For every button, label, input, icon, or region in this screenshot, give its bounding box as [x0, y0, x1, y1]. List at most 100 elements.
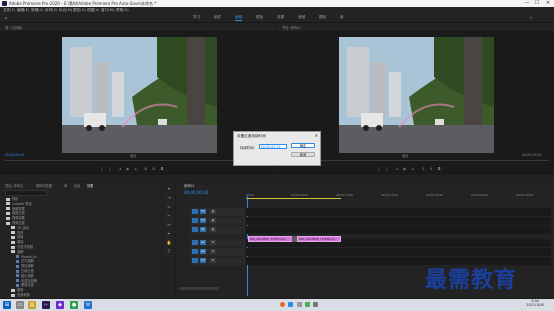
- word-icon[interactable]: W: [84, 301, 92, 309]
- mark-in-icon[interactable]: {: [100, 167, 104, 171]
- eye-icon[interactable]: ◉: [210, 209, 216, 214]
- program-scrub-bar[interactable]: [282, 160, 549, 161]
- duration-input[interactable]: 00;00;00;15: [259, 144, 287, 149]
- tab-effects[interactable]: 效果: [87, 183, 93, 188]
- camera-icon[interactable]: ◘: [160, 167, 164, 171]
- program-step-forward-icon[interactable]: ▸: [411, 167, 415, 171]
- slip-tool-icon[interactable]: ↔: [166, 222, 172, 228]
- effects-tree-item[interactable]: 页面剥落: [11, 293, 161, 297]
- menu-graphics[interactable]: 图形(G): [73, 8, 86, 13]
- workspace-tab-learning[interactable]: 学习: [193, 15, 200, 20]
- home-icon[interactable]: ⌂: [5, 15, 10, 20]
- track-lane[interactable]: [246, 226, 551, 234]
- timeline-zoom-scrollbar[interactable]: [179, 287, 219, 290]
- timeline-sequence-tab[interactable]: 序列01: [184, 183, 194, 188]
- hand-tool-icon[interactable]: ✋: [166, 240, 172, 246]
- ripple-edit-tool-icon[interactable]: ⇔: [166, 204, 172, 210]
- tray-app-icon[interactable]: [296, 302, 302, 307]
- menu-window[interactable]: 窗口(W): [101, 8, 115, 13]
- tab-media-browser[interactable]: 媒体浏览器: [36, 183, 52, 188]
- timeline-timecode[interactable]: 00;00;00;00: [184, 190, 208, 195]
- workspace-tab-editing[interactable]: 编辑: [235, 15, 243, 21]
- work-area-bar[interactable]: [246, 198, 341, 199]
- program-play-icon[interactable]: ▶: [403, 167, 407, 171]
- program-mark-in-icon[interactable]: {: [377, 167, 381, 171]
- track-target-toggle[interactable]: [192, 209, 198, 214]
- track-target-toggle[interactable]: [192, 218, 198, 223]
- export-frame-icon[interactable]: ◘: [437, 167, 441, 171]
- minimize-button[interactable]: —: [522, 0, 532, 7]
- workspace-tab-assembly[interactable]: 组件: [214, 15, 221, 20]
- eye-icon[interactable]: ◉: [210, 227, 216, 232]
- step-back-icon[interactable]: ◂: [118, 167, 122, 171]
- workspace-tab-effects[interactable]: 效果: [277, 15, 284, 20]
- workspace-tab-color[interactable]: 颜色: [256, 15, 263, 20]
- source-monitor-tab[interactable]: 源: (无剪辑): [5, 25, 22, 30]
- menu-edit[interactable]: 编辑(E): [17, 8, 29, 13]
- close-icon[interactable]: ✕: [315, 133, 318, 138]
- workspace-tab-libraries[interactable]: 库: [340, 15, 344, 20]
- program-fit-dropdown[interactable]: 适合: [402, 153, 408, 158]
- close-window-button[interactable]: ✕: [543, 0, 553, 7]
- tray-app-icon[interactable]: [280, 302, 285, 307]
- cancel-button[interactable]: 取消: [291, 152, 315, 157]
- menu-view[interactable]: 视图(V): [87, 8, 99, 13]
- program-monitor-tab[interactable]: 节目: 序列01: [282, 25, 301, 30]
- task-view-icon[interactable]: ▭: [16, 301, 24, 309]
- pen-tool-icon[interactable]: ✒: [166, 231, 172, 237]
- track-target-toggle[interactable]: [192, 240, 198, 245]
- program-mark-out-icon[interactable]: }: [385, 167, 389, 171]
- timeline-ruler[interactable]: 00;00 00;00;05;00 00;00;10;00 00;00;15;0…: [246, 192, 551, 200]
- source-timecode[interactable]: 00;00;00;00: [5, 153, 24, 157]
- tab-libraries[interactable]: 库: [64, 183, 67, 188]
- lift-icon[interactable]: ⊼: [421, 167, 425, 171]
- track-target-toggle[interactable]: [192, 249, 198, 254]
- insert-icon[interactable]: ⊞: [144, 167, 148, 171]
- tab-info[interactable]: 信息: [74, 183, 80, 188]
- program-step-back-icon[interactable]: ◂: [395, 167, 399, 171]
- effects-search-input[interactable]: [5, 190, 47, 196]
- premiere-taskbar-icon[interactable]: Pr: [42, 301, 50, 309]
- timeline-clip[interactable]: IMG_20210908_171838.jpg: [297, 236, 341, 242]
- menu-file[interactable]: 文件(F): [3, 8, 15, 13]
- file-explorer-icon[interactable]: ▤: [28, 301, 36, 309]
- source-scrub-bar[interactable]: [5, 160, 271, 161]
- menu-sequence[interactable]: 序列(S): [45, 8, 57, 13]
- mute-icon[interactable]: M: [210, 258, 216, 263]
- menu-clip[interactable]: 剪辑(C): [31, 8, 44, 13]
- maximize-button[interactable]: ☐: [532, 0, 542, 7]
- start-icon[interactable]: ⊞: [3, 301, 11, 309]
- mark-out-icon[interactable]: }: [108, 167, 112, 171]
- tab-project[interactable]: 项目: 未命名: [5, 183, 23, 188]
- eye-icon[interactable]: ◉: [210, 218, 216, 223]
- razor-tool-icon[interactable]: ✂: [166, 213, 172, 219]
- track-lane[interactable]: [246, 208, 551, 216]
- workspace-tab-audio[interactable]: 音频: [298, 15, 305, 20]
- menu-marker[interactable]: 标记(M): [59, 8, 72, 13]
- chrome-icon[interactable]: ●: [70, 301, 78, 309]
- track-target-toggle[interactable]: [192, 258, 198, 263]
- tray-app-icon[interactable]: [313, 302, 319, 307]
- menu-help[interactable]: 帮助(H): [116, 8, 129, 13]
- track-lane[interactable]: [246, 248, 551, 256]
- ok-button[interactable]: 确定: [291, 143, 315, 148]
- mute-icon[interactable]: M: [210, 240, 216, 245]
- step-forward-icon[interactable]: ▸: [134, 167, 138, 171]
- track-target-toggle[interactable]: [192, 227, 198, 232]
- mute-icon[interactable]: M: [210, 249, 216, 254]
- track-lane[interactable]: [246, 217, 551, 225]
- search-icon[interactable]: ⌕: [530, 15, 532, 20]
- selection-tool-icon[interactable]: ➤: [166, 186, 172, 192]
- timeline-clip[interactable]: IMG_20210907_125553.jpg: [248, 236, 293, 242]
- overwrite-icon[interactable]: ⊟: [152, 167, 156, 171]
- source-fit-dropdown[interactable]: 适合: [130, 153, 136, 158]
- tray-app-icon[interactable]: [288, 302, 294, 307]
- tray-app-icon[interactable]: [304, 302, 310, 307]
- track-select-tool-icon[interactable]: ⇥: [166, 195, 172, 201]
- workspace-tab-graphics[interactable]: 图形: [319, 15, 326, 20]
- type-tool-icon[interactable]: T: [166, 249, 172, 255]
- app-icon[interactable]: ◆: [56, 301, 64, 309]
- play-icon[interactable]: ▶: [126, 167, 130, 171]
- extract-icon[interactable]: ⊻: [429, 167, 433, 171]
- clock[interactable]: 9:34 2021/10/8: [524, 299, 546, 307]
